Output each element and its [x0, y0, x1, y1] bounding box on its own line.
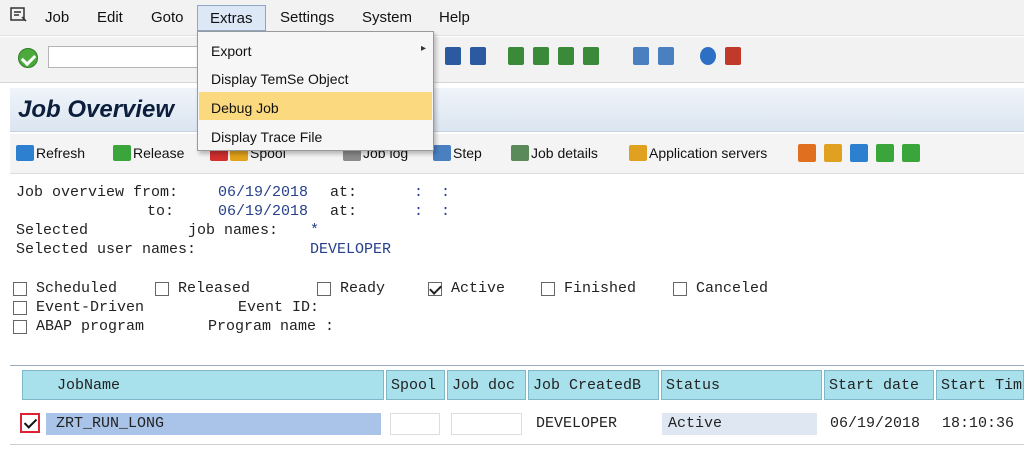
scheduled-checkbox[interactable]: [13, 282, 27, 296]
event-driven-checkbox[interactable]: [13, 301, 27, 315]
page-title: Job Overview: [18, 96, 175, 123]
find-next-icon[interactable]: [470, 47, 486, 65]
job-details-label: Job details: [531, 145, 598, 161]
from-at-label: at:: [330, 184, 358, 201]
canceled-checkbox[interactable]: [673, 282, 687, 296]
job-names-label: job names:: [188, 222, 279, 239]
overview-from-label: Job overview from:: [16, 184, 179, 201]
next-page-icon[interactable]: [558, 47, 574, 65]
menu-item-display-trace-file[interactable]: Display Trace File: [199, 121, 432, 149]
row-select-checkbox[interactable]: [20, 413, 40, 433]
refresh-label: Refresh: [36, 145, 86, 161]
last-page-icon[interactable]: [583, 47, 599, 65]
application-servers-label: Application servers: [649, 145, 768, 161]
finished-label: Finished: [564, 280, 637, 297]
cell-created-by: DEVELOPER: [530, 413, 656, 435]
application-servers-button[interactable]: Application servers: [629, 145, 767, 161]
step-icon: [433, 145, 451, 161]
released-label: Released: [178, 280, 251, 297]
cell-status: Active: [662, 413, 817, 435]
application-servers-icon: [629, 145, 647, 161]
user-names-value: DEVELOPER: [310, 241, 392, 258]
menu-item-export[interactable]: Export ▸: [199, 35, 432, 63]
menu-system[interactable]: System: [362, 9, 412, 26]
step-label: Step: [453, 145, 482, 161]
release-button[interactable]: Release: [113, 145, 184, 161]
column-header-spool[interactable]: Spool: [386, 370, 445, 400]
column-header-start-time[interactable]: Start Time: [936, 370, 1024, 400]
find-icon[interactable]: [445, 47, 461, 65]
menu-item-display-temse-object[interactable]: Display TemSe Object: [199, 63, 432, 91]
abap-program-checkbox[interactable]: [13, 320, 27, 334]
menu-edit[interactable]: Edit: [97, 9, 123, 26]
to-time: : :: [414, 203, 451, 220]
to-label: to:: [147, 203, 175, 220]
menu-extras[interactable]: Extras: [197, 5, 266, 31]
active-checkbox[interactable]: [428, 282, 442, 296]
from-date: 06/19/2018: [218, 184, 309, 201]
job-details-button[interactable]: Job details: [511, 145, 598, 161]
program-name-label: Program name :: [208, 318, 335, 335]
release-flag-icon: [113, 145, 131, 161]
submenu-arrow-icon: ▸: [420, 43, 426, 54]
refresh-button[interactable]: Refresh: [16, 145, 85, 161]
abap-program-label: ABAP program: [36, 318, 145, 335]
menu-job[interactable]: Job: [45, 9, 69, 26]
grid-icon[interactable]: [824, 144, 842, 162]
to-date: 06/19/2018: [218, 203, 309, 220]
ready-label: Ready: [340, 280, 386, 297]
previous-page-icon[interactable]: [533, 47, 549, 65]
enter-check-icon[interactable]: [18, 48, 38, 68]
cell-spool[interactable]: [390, 413, 440, 435]
column-header-status[interactable]: Status: [661, 370, 822, 400]
help-icon[interactable]: [700, 47, 716, 65]
command-field[interactable]: [48, 46, 200, 68]
column-header-job-doc[interactable]: Job doc: [447, 370, 526, 400]
table-top-border: [10, 365, 1024, 366]
selected-label: Selected: [16, 222, 89, 239]
filter-icon[interactable]: [850, 144, 868, 162]
system-menu-icon[interactable]: [10, 7, 28, 23]
menu-item-display-trace-label: Display Trace File: [211, 129, 323, 145]
active-label: Active: [451, 280, 506, 297]
menu-item-display-temse-label: Display TemSe Object: [211, 71, 349, 87]
refresh-icon: [16, 145, 34, 161]
event-driven-label: Event-Driven: [36, 299, 145, 316]
release-label: Release: [133, 145, 185, 161]
layout-menu-icon[interactable]: [725, 47, 741, 65]
sort-icon[interactable]: [798, 144, 816, 162]
cell-start-time: 18:10:36: [936, 413, 1024, 435]
job-names-value: *: [310, 222, 320, 239]
sum-icon[interactable]: [876, 144, 894, 162]
canceled-label: Canceled: [696, 280, 769, 297]
cell-job-doc[interactable]: [451, 413, 522, 435]
menu-item-debug-job-label: Debug Job: [211, 100, 279, 116]
ready-checkbox[interactable]: [317, 282, 331, 296]
menu-item-export-label: Export: [211, 43, 252, 59]
released-checkbox[interactable]: [155, 282, 169, 296]
subtotal-icon[interactable]: [902, 144, 920, 162]
to-at-label: at:: [330, 203, 358, 220]
scheduled-label: Scheduled: [36, 280, 118, 297]
step-button[interactable]: Step: [433, 145, 482, 161]
column-header-jobname[interactable]: JobName: [22, 370, 384, 400]
shortcut-icon[interactable]: [658, 47, 674, 65]
table-row-divider: [10, 444, 1024, 445]
finished-checkbox[interactable]: [541, 282, 555, 296]
job-details-icon: [511, 145, 529, 161]
extras-dropdown-menu: Export ▸ Display TemSe Object Debug Job …: [197, 31, 434, 151]
from-time: : :: [414, 184, 451, 201]
column-header-start-date[interactable]: Start date: [824, 370, 934, 400]
first-page-icon[interactable]: [508, 47, 524, 65]
column-header-job-created-by[interactable]: Job CreatedB: [528, 370, 659, 400]
cell-jobname[interactable]: ZRT_RUN_LONG: [46, 413, 381, 435]
menu-help[interactable]: Help: [439, 9, 470, 26]
event-id-label: Event ID:: [238, 299, 320, 316]
user-names-label: Selected user names:: [16, 241, 197, 258]
menu-goto[interactable]: Goto: [151, 9, 184, 26]
menu-settings[interactable]: Settings: [280, 9, 334, 26]
cell-start-date: 06/19/2018: [824, 413, 934, 435]
create-session-icon[interactable]: [633, 47, 649, 65]
menu-item-debug-job[interactable]: Debug Job: [199, 92, 432, 120]
